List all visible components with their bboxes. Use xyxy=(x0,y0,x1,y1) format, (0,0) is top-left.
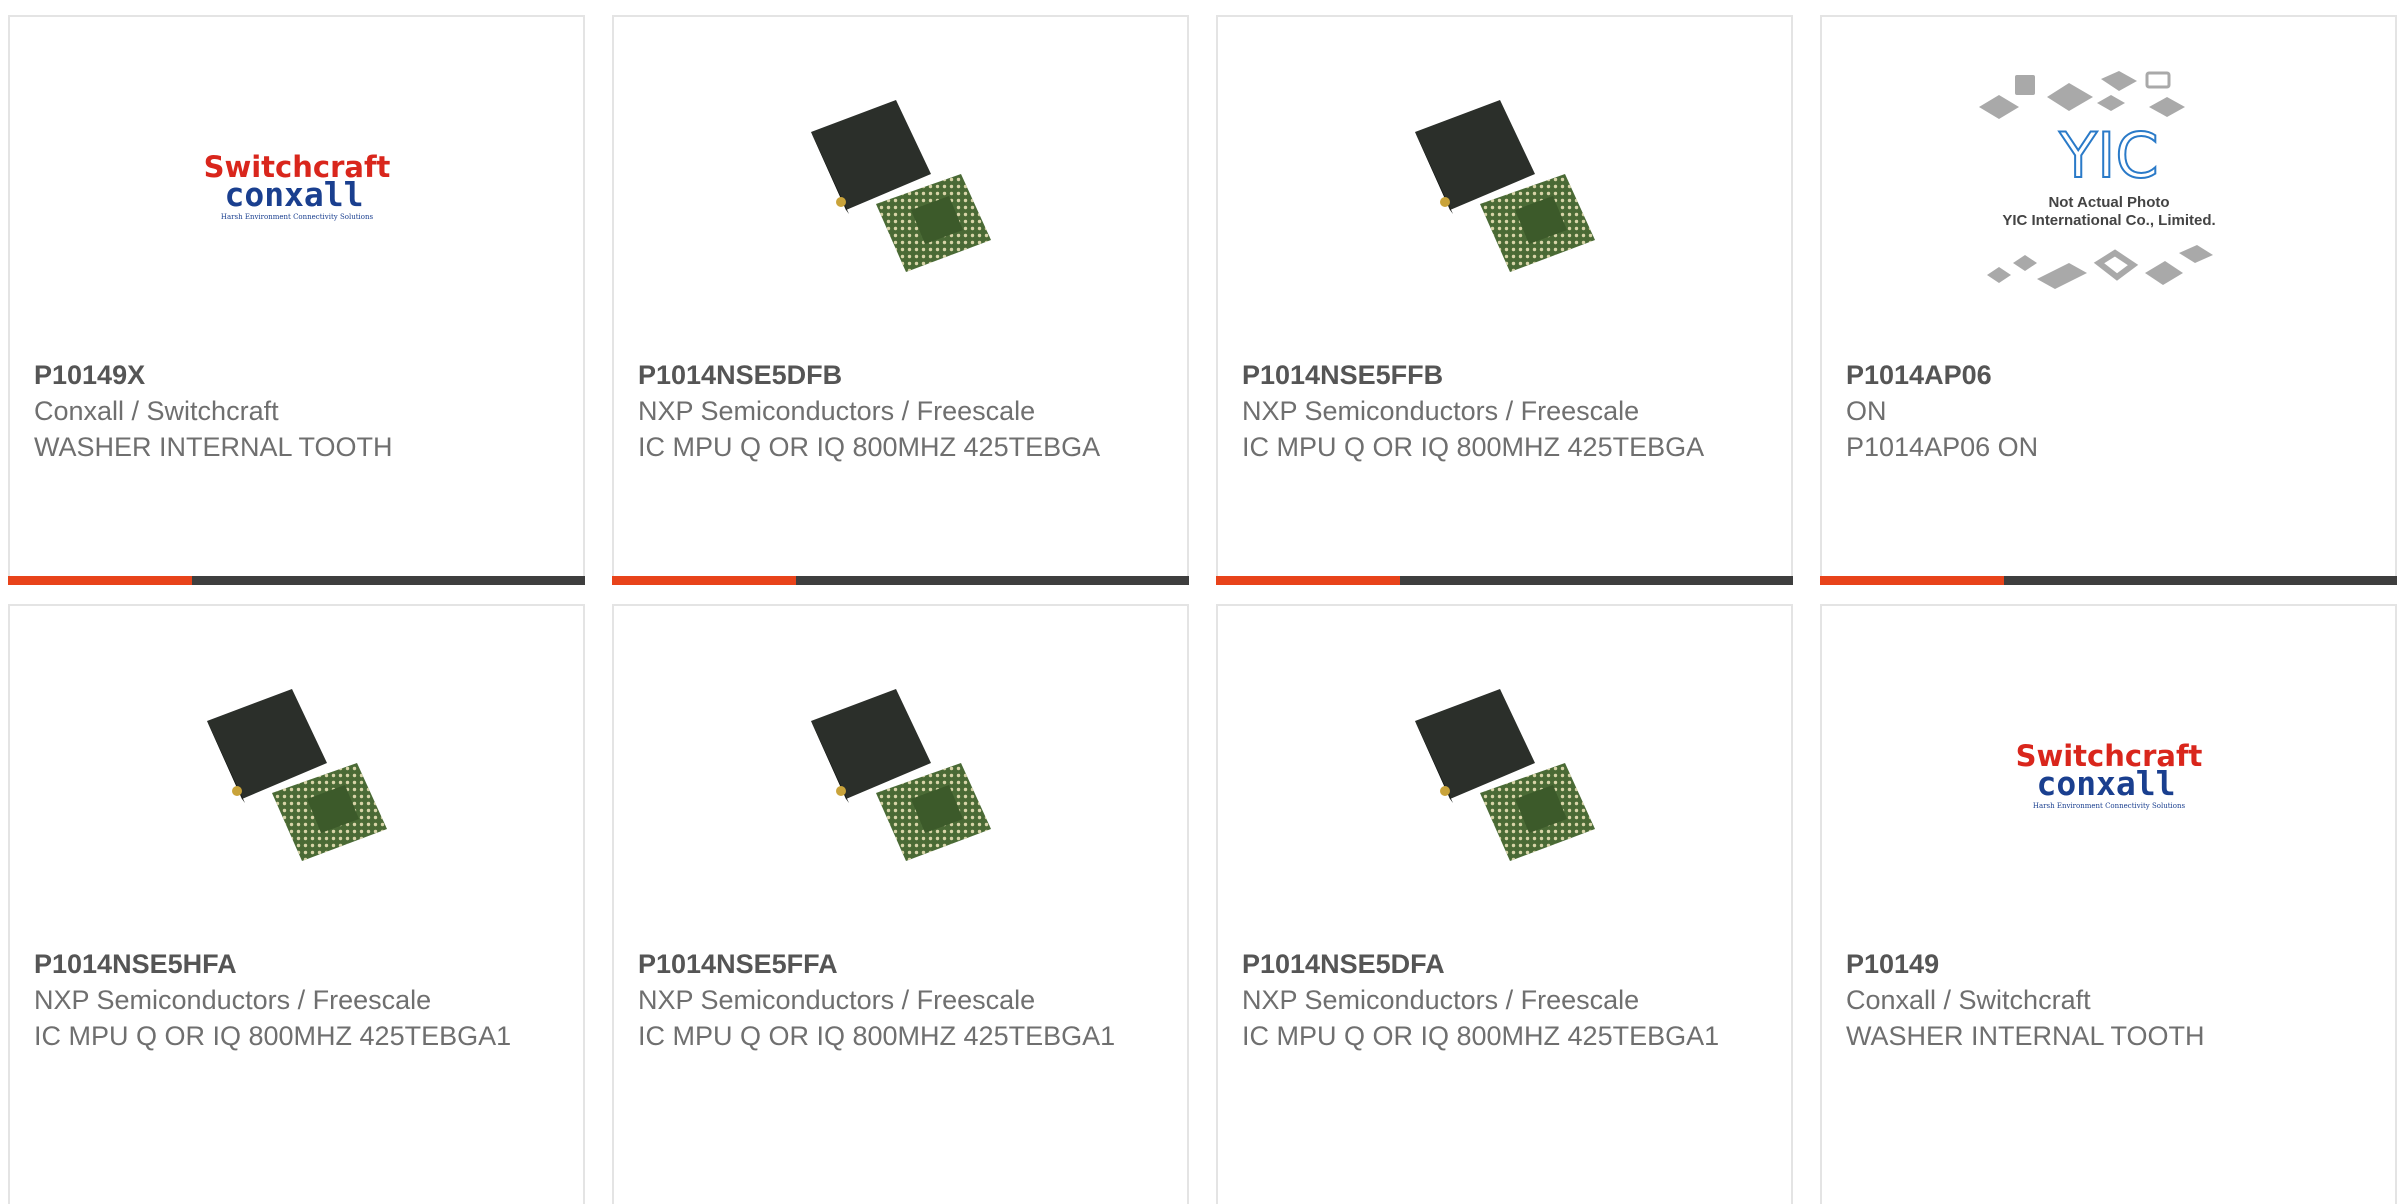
part-number[interactable]: P1014NSE5FFB xyxy=(1242,357,1771,393)
product-image[interactable] xyxy=(614,666,1187,886)
part-number[interactable]: P1014NSE5DFA xyxy=(1242,946,1771,982)
part-number[interactable]: P1014AP06 xyxy=(1846,357,2375,393)
card-accent-bar xyxy=(612,576,796,585)
manufacturer: Conxall / Switchcraft xyxy=(1846,985,2091,1015)
product-info: P1014AP06 ON P1014AP06 ON xyxy=(1846,357,2375,465)
card-accent-bar xyxy=(8,576,192,585)
description: IC MPU Q OR IQ 800MHZ 425TEBGA1 xyxy=(34,1021,512,1051)
card-bottom-bar xyxy=(8,576,585,585)
card-bottom-bar xyxy=(1820,576,2397,585)
product-image[interactable] xyxy=(614,77,1187,297)
manufacturer: NXP Semiconductors / Freescale xyxy=(638,396,1036,426)
part-number[interactable]: P1014NSE5FFA xyxy=(638,946,1167,982)
manufacturer: ON xyxy=(1846,396,1887,426)
product-image[interactable]: YIC Not Actual Photo YIC International C… xyxy=(1822,57,2395,317)
logo-sub-text: conxall xyxy=(224,175,363,214)
bga-chip-icon xyxy=(1414,689,1595,861)
product-info: P1014NSE5DFB NXP Semiconductors / Freesc… xyxy=(638,357,1167,465)
description: P1014AP06 ON xyxy=(1846,432,2039,462)
product-card[interactable]: P1014NSE5DFA NXP Semiconductors / Freesc… xyxy=(1216,604,1793,1204)
manufacturer: NXP Semiconductors / Freescale xyxy=(1242,985,1640,1015)
card-bottom-bar xyxy=(612,576,1189,585)
product-image[interactable]: Switchcraft conxall Harsh Environment Co… xyxy=(10,77,583,297)
product-info: P1014NSE5FFA NXP Semiconductors / Freesc… xyxy=(638,946,1167,1054)
part-number[interactable]: P10149X xyxy=(34,357,563,393)
bga-chip-icon xyxy=(1414,100,1595,272)
logo-sub-text: conxall xyxy=(2036,764,2175,803)
product-info: P1014NSE5DFA NXP Semiconductors / Freesc… xyxy=(1242,946,1771,1054)
product-card[interactable]: P1014NSE5FFA NXP Semiconductors / Freesc… xyxy=(612,604,1189,1204)
card-bottom-bar xyxy=(1216,576,1793,585)
part-number[interactable]: P10149 xyxy=(1846,946,2375,982)
bga-chip-icon xyxy=(810,689,991,861)
product-image[interactable] xyxy=(1218,77,1791,297)
description: WASHER INTERNAL TOOTH xyxy=(34,432,393,462)
product-info: P10149 Conxall / Switchcraft WASHER INTE… xyxy=(1846,946,2375,1054)
description: WASHER INTERNAL TOOTH xyxy=(1846,1021,2205,1051)
logo-tagline-text: Harsh Environment Connectivity Solutions xyxy=(2032,802,2185,810)
product-image[interactable]: Switchcraft conxall Harsh Environment Co… xyxy=(1822,666,2395,886)
product-card[interactable]: P1014NSE5DFB NXP Semiconductors / Freesc… xyxy=(612,15,1189,585)
logo-tagline-text: Harsh Environment Connectivity Solutions xyxy=(220,213,373,221)
description: IC MPU Q OR IQ 800MHZ 425TEBGA1 xyxy=(1242,1021,1720,1051)
bga-chip-icon xyxy=(206,689,387,861)
placeholder-line1: Not Actual Photo xyxy=(2048,194,2169,211)
placeholder-line2: YIC International Co., Limited. xyxy=(2002,212,2215,229)
product-card[interactable]: Switchcraft conxall Harsh Environment Co… xyxy=(8,15,585,585)
switchcraft-conxall-logo: Switchcraft conxall Harsh Environment Co… xyxy=(203,150,390,221)
product-card[interactable]: Switchcraft conxall Harsh Environment Co… xyxy=(1820,604,2397,1204)
product-card[interactable]: YIC Not Actual Photo YIC International C… xyxy=(1820,15,2397,585)
product-info: P10149X Conxall / Switchcraft WASHER INT… xyxy=(34,357,563,465)
part-number[interactable]: P1014NSE5DFB xyxy=(638,357,1167,393)
description: IC MPU Q OR IQ 800MHZ 425TEBGA xyxy=(1242,432,1705,462)
bga-chip-icon xyxy=(810,100,991,272)
manufacturer: Conxall / Switchcraft xyxy=(34,396,279,426)
switchcraft-conxall-logo: Switchcraft conxall Harsh Environment Co… xyxy=(2015,739,2202,810)
yic-brand-text: YIC xyxy=(2058,119,2158,192)
description: IC MPU Q OR IQ 800MHZ 425TEBGA xyxy=(638,432,1101,462)
product-image[interactable] xyxy=(1218,666,1791,886)
product-card[interactable]: P1014NSE5HFA NXP Semiconductors / Freesc… xyxy=(8,604,585,1204)
manufacturer: NXP Semiconductors / Freescale xyxy=(1242,396,1640,426)
manufacturer: NXP Semiconductors / Freescale xyxy=(638,985,1036,1015)
card-accent-bar xyxy=(1820,576,2004,585)
card-accent-bar xyxy=(1216,576,1400,585)
yic-not-actual-photo-icon: YIC Not Actual Photo YIC International C… xyxy=(1978,71,2215,289)
description: IC MPU Q OR IQ 800MHZ 425TEBGA1 xyxy=(638,1021,1116,1051)
part-number[interactable]: P1014NSE5HFA xyxy=(34,946,563,982)
product-image[interactable] xyxy=(10,666,583,886)
product-card[interactable]: P1014NSE5FFB NXP Semiconductors / Freesc… xyxy=(1216,15,1793,585)
manufacturer: NXP Semiconductors / Freescale xyxy=(34,985,432,1015)
product-info: P1014NSE5FFB NXP Semiconductors / Freesc… xyxy=(1242,357,1771,465)
product-info: P1014NSE5HFA NXP Semiconductors / Freesc… xyxy=(34,946,563,1054)
